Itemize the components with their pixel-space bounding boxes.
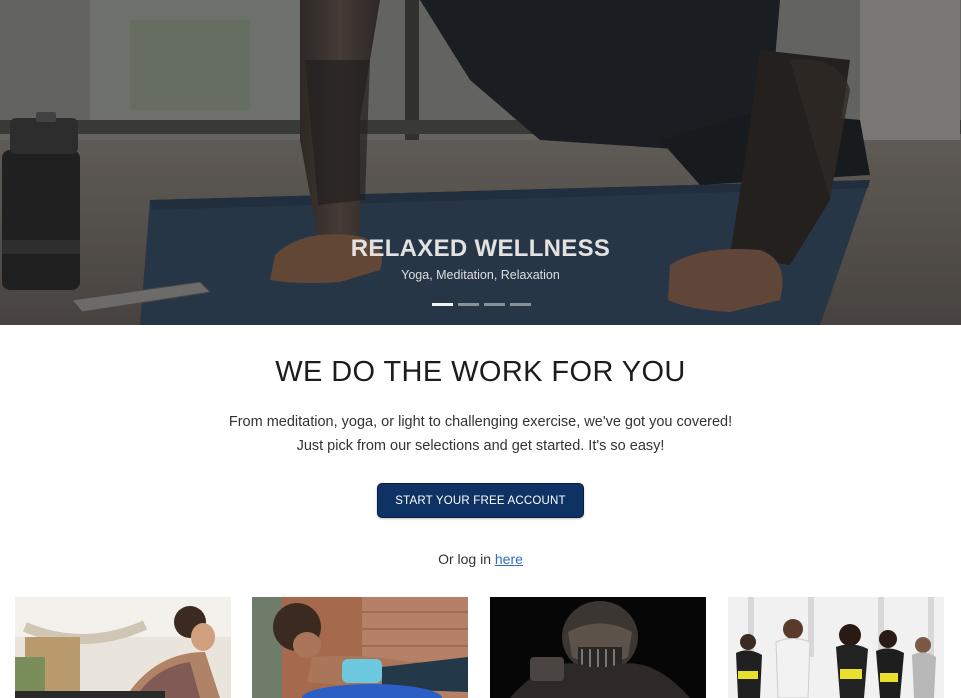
carousel-indicator-2[interactable]	[458, 303, 479, 306]
carousel-indicator-1[interactable]	[432, 303, 453, 306]
login-prompt-text: Or log in	[438, 551, 491, 567]
section-heading: WE DO THE WORK FOR YOU	[275, 356, 686, 388]
hero-carousel[interactable]: RELAXED WELLNESS Yoga, Meditation, Relax…	[0, 0, 961, 325]
carousel-indicator-3[interactable]	[484, 303, 505, 306]
class-card-dance[interactable]	[728, 597, 944, 698]
card-image-yoga	[15, 597, 231, 698]
card-image-pilates	[252, 597, 468, 698]
intro-line-2: Just pick from our selections and get st…	[296, 438, 665, 454]
hero-title: RELAXED WELLNESS	[350, 235, 611, 262]
intro-line-1: From meditation, yoga, or light to chall…	[228, 414, 733, 430]
class-card-pilates[interactable]	[252, 597, 468, 698]
carousel-indicator-4[interactable]	[510, 303, 531, 306]
start-free-account-button[interactable]: START YOUR FREE ACCOUNT	[377, 483, 584, 518]
class-card-yoga[interactable]	[15, 597, 231, 698]
class-card-strength[interactable]	[490, 597, 706, 698]
login-link[interactable]: here	[495, 551, 523, 567]
hero-subtitle: Yoga, Meditation, Relaxation	[401, 268, 560, 282]
card-image-strength	[490, 597, 706, 698]
hero-caption: RELAXED WELLNESS Yoga, Meditation, Relax…	[0, 234, 961, 282]
carousel-indicators	[432, 303, 531, 306]
intro-section: WE DO THE WORK FOR YOU From meditation, …	[0, 352, 961, 458]
login-prompt: Or log in here	[0, 551, 961, 567]
card-image-dance	[728, 597, 944, 698]
